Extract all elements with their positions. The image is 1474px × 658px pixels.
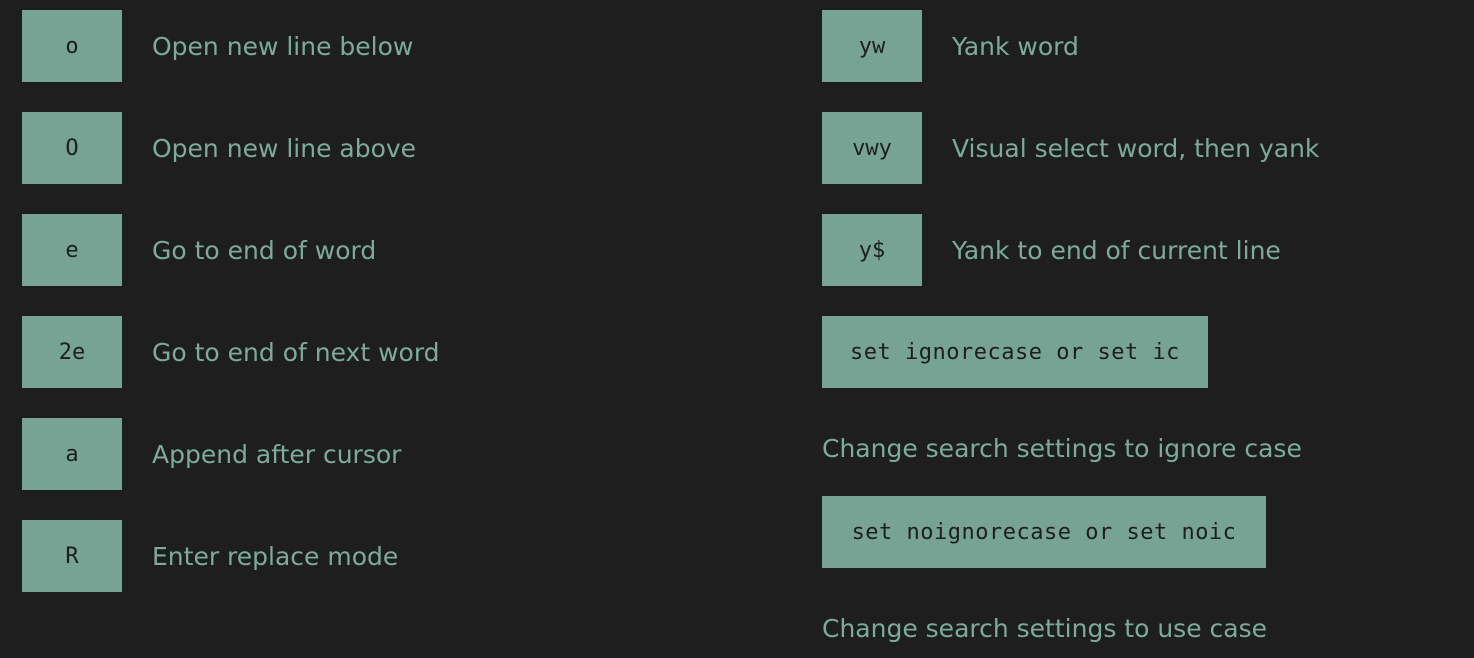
key-badge: y$ (822, 214, 922, 286)
shortcut-description: Yank word (952, 31, 1079, 61)
shortcut-description: Go to end of word (152, 235, 377, 265)
vim-cheatsheet-panel: o Open new line below O Open new line ab… (0, 0, 1474, 658)
shortcut-description: Open new line above (152, 133, 417, 163)
shortcut-row-vwy: vwy Visual select word, then yank (822, 112, 1319, 184)
shortcut-row-2e: 2e Go to end of next word (22, 316, 440, 388)
key-badge: R (22, 520, 122, 592)
command-badge: set ignorecase or set ic (822, 316, 1208, 388)
command-row-noignorecase: set noignorecase or set noic (822, 496, 1266, 568)
shortcut-row-a: a Append after cursor (22, 418, 401, 490)
key-badge: vwy (822, 112, 922, 184)
shortcut-description: Enter replace mode (152, 541, 399, 571)
key-badge: O (22, 112, 122, 184)
key-badge: 2e (22, 316, 122, 388)
key-badge: yw (822, 10, 922, 82)
shortcut-description: Go to end of next word (152, 337, 440, 367)
shortcut-row-o: o Open new line below (22, 10, 413, 82)
command-description: Change search settings to ignore case (822, 434, 1302, 463)
shortcut-description: Visual select word, then yank (952, 133, 1320, 163)
shortcut-description: Open new line below (152, 31, 414, 61)
shortcut-row-y-dollar: y$ Yank to end of current line (822, 214, 1281, 286)
command-row-ignorecase: set ignorecase or set ic (822, 316, 1208, 388)
key-badge: e (22, 214, 122, 286)
shortcut-description: Yank to end of current line (952, 235, 1281, 265)
shortcut-row-yw: yw Yank word (822, 10, 1079, 82)
command-description: Change search settings to use case (822, 614, 1268, 643)
shortcut-row-R: R Enter replace mode (22, 520, 398, 592)
shortcut-row-O: O Open new line above (22, 112, 416, 184)
key-badge: a (22, 418, 122, 490)
key-badge: o (22, 10, 122, 82)
shortcut-description: Append after cursor (152, 439, 402, 469)
shortcut-row-e: e Go to end of word (22, 214, 376, 286)
command-badge: set noignorecase or set noic (822, 496, 1266, 568)
